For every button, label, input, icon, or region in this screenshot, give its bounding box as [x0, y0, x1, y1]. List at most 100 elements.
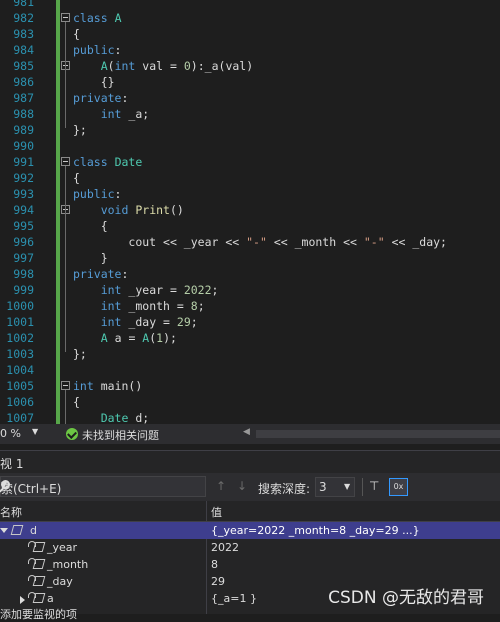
- code-editor[interactable]: 981 982 class A 983{984 public: 985 A(int val…: [0, 0, 500, 424]
- code-line[interactable]: 998 private:: [0, 266, 500, 282]
- panel-title-text: 视 1: [0, 457, 24, 471]
- line-number: 984: [13, 43, 34, 57]
- line-number: 998: [13, 267, 34, 281]
- line-number: 994: [13, 203, 34, 217]
- watch-value[interactable]: 2022: [211, 541, 239, 554]
- watch-toolbar: 索(Ctrl+E) ▼ ↑ ↓ 搜索深度: 3 ▼ ⊤ 0x: [0, 473, 500, 501]
- watch-value[interactable]: {_a=1 }: [211, 592, 257, 605]
- scroll-left-icon[interactable]: ◀: [243, 427, 250, 437]
- code-text: {: [73, 171, 80, 185]
- code-text: int _month = 8;: [100, 299, 205, 313]
- search-next-icon[interactable]: ↓: [237, 479, 247, 493]
- column-header-value[interactable]: 值: [211, 504, 222, 520]
- code-text: }: [73, 251, 108, 265]
- search-previous-icon[interactable]: ↑: [216, 479, 226, 493]
- line-number: 1006: [6, 395, 34, 409]
- line-number: 1001: [6, 315, 34, 329]
- variable-icon: [32, 576, 46, 586]
- code-line[interactable]: 990: [0, 138, 500, 154]
- line-number: 995: [13, 219, 34, 233]
- code-text: class Date: [73, 155, 143, 169]
- watch-name: a: [47, 592, 54, 605]
- search-depth-label: 搜索深度:: [258, 482, 311, 496]
- add-watch-item[interactable]: 添加要监视的项: [0, 606, 77, 622]
- collapse-icon[interactable]: [61, 381, 70, 390]
- pin-icon[interactable]: ⊤: [369, 480, 381, 494]
- line-number: 997: [13, 251, 34, 265]
- watch-value[interactable]: 8: [211, 558, 218, 571]
- code-line[interactable]: 982 class A: [0, 10, 500, 26]
- collapse-icon[interactable]: [61, 13, 70, 22]
- grid-header: 名称 值: [0, 501, 500, 522]
- collapse-icon[interactable]: [61, 157, 70, 166]
- code-text: public:: [73, 187, 122, 201]
- code-text: A(int val = 0):_a(val): [100, 59, 254, 73]
- line-number: 1002: [6, 331, 34, 345]
- code-line[interactable]: 985 A(int val = 0):_a(val): [0, 58, 500, 74]
- line-number: 1000: [6, 299, 34, 313]
- line-number: 1007: [6, 411, 34, 424]
- watch-value[interactable]: 29: [211, 575, 225, 588]
- code-line[interactable]: 1002 A a = A(1);: [0, 330, 500, 346]
- code-line[interactable]: 991 class Date: [0, 154, 500, 170]
- code-line[interactable]: 999 int _year = 2022;: [0, 282, 500, 298]
- code-line[interactable]: 988 int _a;: [0, 106, 500, 122]
- watch-name: _month: [47, 558, 89, 571]
- code-text: {: [73, 219, 108, 233]
- watch-row[interactable]: _month 8: [0, 556, 500, 573]
- code-line[interactable]: 983 {: [0, 26, 500, 42]
- line-number: 990: [13, 139, 34, 153]
- zoom-level[interactable]: 0 %: [0, 427, 21, 440]
- code-line[interactable]: 1005 int main(): [0, 378, 500, 394]
- code-text: private:: [73, 91, 129, 105]
- watch-row[interactable]: d {_year=2022 _month=8 _day=29 ...}: [0, 522, 500, 539]
- code-line[interactable]: 1000 int _month = 8;: [0, 298, 500, 314]
- code-line[interactable]: 1001 int _day = 29;: [0, 314, 500, 330]
- line-number: 987: [13, 91, 34, 105]
- code-line[interactable]: 981: [0, 0, 500, 10]
- code-line[interactable]: 989};: [0, 122, 500, 138]
- code-text: int _day = 29;: [100, 315, 198, 329]
- code-line[interactable]: 986 {}: [0, 74, 500, 90]
- watch-search-input[interactable]: 索(Ctrl+E) ▼: [0, 476, 206, 497]
- code-text: cout << _year << "-" << _month << "-" <<…: [128, 235, 447, 249]
- code-line[interactable]: 997 }: [0, 250, 500, 266]
- issues-status[interactable]: 未找到相关问题: [82, 427, 159, 443]
- code-line[interactable]: 1006 {: [0, 394, 500, 410]
- code-line[interactable]: 1007 Date d;: [0, 410, 500, 424]
- check-circle-icon: [66, 428, 78, 440]
- code-text: int _year = 2022;: [100, 283, 219, 297]
- code-text: private:: [73, 267, 129, 281]
- code-text: int _a;: [100, 107, 150, 121]
- watch-row[interactable]: _year 2022: [0, 539, 500, 556]
- editor-status-bar: 0 % ▼ 未找到相关问题 ◀: [0, 424, 500, 444]
- watch-value[interactable]: {_year=2022 _month=8 _day=29 ...}: [211, 524, 420, 537]
- search-depth-select[interactable]: 3 ▼: [315, 477, 355, 497]
- expanded-icon[interactable]: [0, 528, 8, 533]
- code-line[interactable]: 994 void Print(): [0, 202, 500, 218]
- line-number: 999: [13, 283, 34, 297]
- expand-icon[interactable]: [20, 596, 25, 604]
- hex-display-toggle[interactable]: 0x: [389, 478, 408, 496]
- toolbar-divider: [362, 478, 363, 496]
- code-line[interactable]: 993 public:: [0, 186, 500, 202]
- code-text: };: [73, 347, 87, 361]
- watch-panel-title: 视 1: [0, 450, 500, 473]
- line-number: 993: [13, 187, 34, 201]
- code-text: A a = A(1);: [100, 331, 177, 345]
- variable-icon: [32, 559, 46, 569]
- column-header-name[interactable]: 名称: [0, 504, 22, 520]
- line-number: 992: [13, 171, 34, 185]
- code-line[interactable]: 1004: [0, 362, 500, 378]
- horizontal-scrollbar[interactable]: [256, 430, 500, 438]
- code-line[interactable]: 984 public:: [0, 42, 500, 58]
- code-line[interactable]: 1003};: [0, 346, 500, 362]
- code-line[interactable]: 995 {: [0, 218, 500, 234]
- chevron-down-icon[interactable]: ▼: [32, 427, 38, 436]
- code-line[interactable]: 996 cout << _year << "-" << _month << "-…: [0, 234, 500, 250]
- line-number: 981: [13, 0, 34, 9]
- code-line[interactable]: 992 {: [0, 170, 500, 186]
- code-text: {}: [73, 75, 115, 89]
- chevron-down-icon[interactable]: ▼: [1, 480, 7, 489]
- code-line[interactable]: 987 private:: [0, 90, 500, 106]
